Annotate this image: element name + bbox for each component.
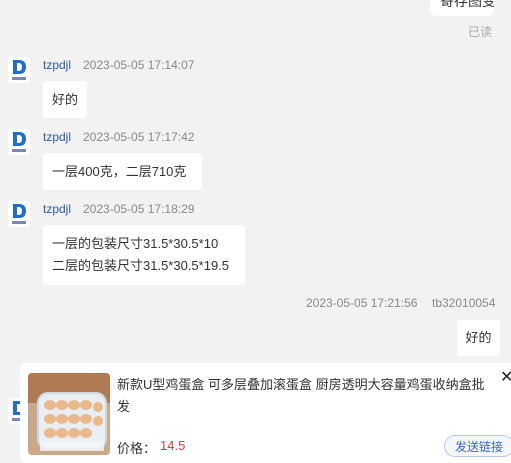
message-text: 一层的包装尺寸31.5*30.5*10: [52, 236, 219, 251]
avatar[interactable]: [8, 201, 30, 227]
price-label: 价格：: [117, 441, 157, 456]
message-bubble: 一层的包装尺寸31.5*30.5*10 二层的包装尺寸31.5*30.5*19.…: [43, 225, 245, 285]
shop-logo-icon: [8, 129, 30, 155]
outgoing-message-bubble: 寄存图变: [430, 0, 494, 16]
egg-box-image: [28, 373, 110, 455]
message-text: 一层400克，二层710克: [52, 164, 187, 179]
avatar[interactable]: [8, 57, 30, 83]
product-title[interactable]: 新款U型鸡蛋盒 可多层叠加滚蛋盒 厨房透明大容量鸡蛋收纳盒批发: [117, 374, 493, 418]
message-text: 二层的包装尺寸31.5*30.5*19.5: [52, 258, 230, 273]
price-value: 14.5: [160, 438, 186, 453]
outgoing-message-text: 好的: [465, 330, 492, 345]
shop-logo-icon: [8, 201, 30, 227]
send-link-button[interactable]: 发送链接: [444, 435, 511, 457]
outgoing-message-bubble: 好的: [457, 320, 500, 356]
message-bubble: 一层400克，二层710克: [43, 153, 202, 190]
message-timestamp: 2023-05-05 17:14:07: [83, 58, 195, 72]
shop-logo-icon: [8, 57, 30, 83]
outgoing-message-text: 寄存图变: [440, 0, 494, 9]
avatar[interactable]: [8, 129, 30, 155]
sender-name[interactable]: tzpdjl: [43, 202, 71, 216]
sender-name[interactable]: tzpdjl: [43, 130, 71, 144]
message-bubble: 好的: [43, 81, 87, 118]
message-timestamp: 2023-05-05 17:18:29: [83, 202, 195, 216]
outgoing-timestamp: 2023-05-05 17:21:56: [306, 296, 418, 310]
sender-name[interactable]: tzpdjl: [43, 58, 71, 72]
read-status: 已读: [468, 25, 493, 39]
close-icon[interactable]: ✕: [500, 370, 511, 386]
product-image[interactable]: [28, 373, 110, 455]
message-timestamp: 2023-05-05 17:17:42: [83, 130, 195, 144]
message-text: 好的: [52, 92, 79, 107]
outgoing-sender-name: tb32010054: [432, 296, 496, 310]
